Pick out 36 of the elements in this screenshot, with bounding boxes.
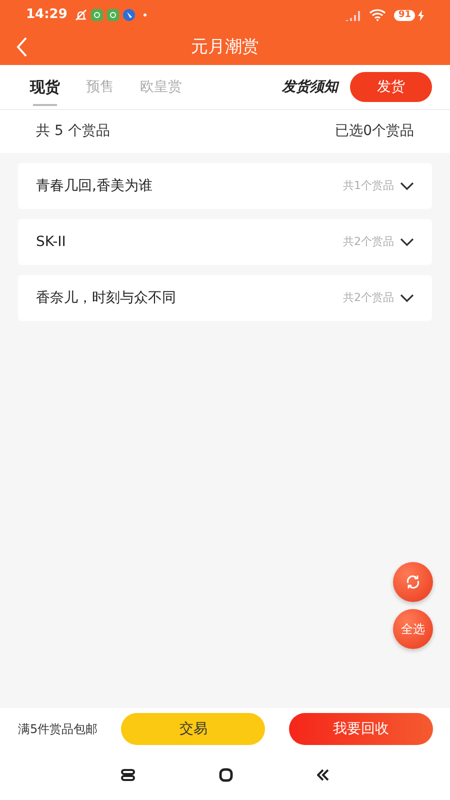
group-row[interactable]: SK-II 共2个赏品 <box>18 219 432 265</box>
app-icon <box>91 9 104 21</box>
group-name: 香奈儿，时刻与众不同 <box>36 288 177 308</box>
group-count: 共1个赏品 <box>343 178 394 194</box>
tab[interactable]: 现货 <box>30 68 60 106</box>
chevron-icon <box>400 294 414 302</box>
shipping-note: 满5件赏品包邮 <box>18 721 98 738</box>
refresh-button[interactable] <box>393 562 433 602</box>
app-icon <box>123 9 136 21</box>
page-title: 元月潮赏 <box>191 36 259 59</box>
wifi-icon <box>369 9 386 21</box>
dot-icon <box>143 13 148 17</box>
group-count: 共2个赏品 <box>343 290 394 306</box>
back-icon[interactable] <box>317 769 329 781</box>
status-time: 14:29 <box>26 6 68 24</box>
ship-button[interactable]: 发货 <box>350 72 432 102</box>
battery-level: 91 <box>394 10 415 20</box>
recycle-button[interactable]: 我要回收 <box>288 713 433 745</box>
refresh-icon <box>405 574 421 590</box>
chevron-icon <box>400 182 414 190</box>
app-icon <box>107 9 120 21</box>
trade-button[interactable]: 交易 <box>121 713 266 745</box>
menu-icon[interactable] <box>121 769 135 781</box>
group-row[interactable]: 青春几回,香美为谁 共1个赏品 <box>18 163 432 209</box>
shipping-notice-link[interactable]: 发货须知 <box>282 76 338 98</box>
signal-icon <box>345 10 362 20</box>
group-row[interactable]: 香奈儿，时刻与众不同 共2个赏品 <box>18 275 432 321</box>
home-icon[interactable] <box>219 768 233 782</box>
charging-icon <box>418 10 424 20</box>
selected-count: 已选0个赏品 <box>335 122 414 141</box>
chevron-icon <box>400 238 414 246</box>
total-count: 共 5 个赏品 <box>36 122 110 141</box>
group-count: 共2个赏品 <box>343 234 394 250</box>
group-name: SK-II <box>36 232 67 252</box>
mute-icon <box>75 9 88 21</box>
group-name: 青春几回,香美为谁 <box>36 176 154 196</box>
